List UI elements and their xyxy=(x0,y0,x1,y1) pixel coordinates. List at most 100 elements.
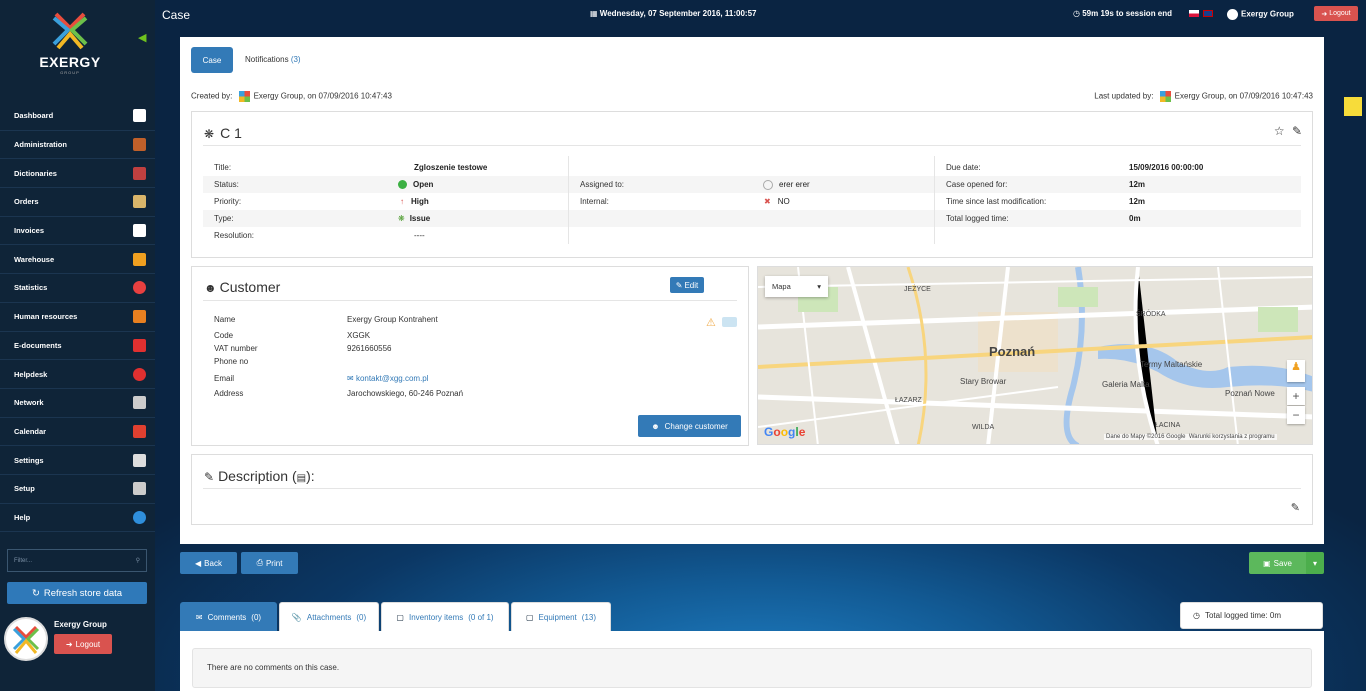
created-value: Exergy Group, on 07/09/2016 10:47:43 xyxy=(253,91,392,101)
map-terms-link[interactable]: Warunki korzystania z programu xyxy=(1189,434,1275,440)
sidebar-item-statistics[interactable]: Statistics xyxy=(0,274,155,303)
address-value: Jarochowskiego, 60-246 Poznań xyxy=(347,389,464,398)
map-label: ŁAZARZ xyxy=(895,397,922,404)
tab-inventory-items[interactable]: ▢ Inventory items (0 of 1) xyxy=(381,602,509,632)
exergy-logo-icon xyxy=(52,12,88,50)
top-logout-button[interactable]: ➜ Logout xyxy=(1314,6,1358,21)
tab-equipment[interactable]: ▢ Equipment (13) xyxy=(511,602,611,632)
title-value: Zgloszenie testowe xyxy=(414,163,488,172)
zoom-in-button[interactable]: + xyxy=(1287,387,1305,405)
customer-map[interactable]: Mapa ▾ Poznań JEŻYCE ŚRÓDKA Stary Browar… xyxy=(757,266,1313,445)
resolution-value: ---- xyxy=(414,231,425,240)
sidebar-item-label: Dashboard xyxy=(14,111,54,121)
print-button[interactable]: ⎙ Print xyxy=(241,552,298,574)
logo[interactable]: EXERGY GROUP xyxy=(0,10,140,75)
english-flag-icon[interactable] xyxy=(1203,10,1213,17)
sidebar-item-human-resources[interactable]: Human resources xyxy=(0,303,155,332)
sidebar-item-label: Setup xyxy=(14,484,35,494)
email-text: kontakt@xgg.com.pl xyxy=(355,374,429,383)
name-value: Exergy Group Kontrahent xyxy=(347,315,438,324)
sidebar-item-help[interactable]: Help xyxy=(0,504,155,533)
map-label: ŁACINA xyxy=(1155,422,1181,429)
save-label: Save xyxy=(1273,558,1292,568)
sidebar-item-setup[interactable]: Setup xyxy=(0,475,155,504)
sidebar-item-administration[interactable]: Administration xyxy=(0,131,155,160)
top-company[interactable]: Exergy Group xyxy=(1227,9,1294,20)
sidebar-item-label: Orders xyxy=(14,197,39,207)
edit-description-icon[interactable]: ✎ xyxy=(1291,501,1300,514)
sidebar-logout-button[interactable]: ➜ Logout xyxy=(54,634,112,654)
book-icon xyxy=(133,166,146,180)
clock-icon: ◷ xyxy=(1193,611,1200,620)
save-button[interactable]: ▣ Save xyxy=(1249,552,1306,574)
tab-notifications[interactable]: Notifications (3) xyxy=(245,55,301,64)
session-text: 59m 19s to session end xyxy=(1082,9,1173,18)
sidebar-item-invoices[interactable]: Invoices xyxy=(0,217,155,246)
map-type-select[interactable]: Mapa ▾ xyxy=(765,276,828,297)
email-link[interactable]: ✉ kontakt@xgg.com.pl xyxy=(347,374,429,383)
clipboard-icon[interactable]: ▤ xyxy=(297,473,306,484)
tab-equipment-label: Equipment xyxy=(538,613,577,622)
divider xyxy=(203,145,1301,146)
sidebar-item-helpdesk[interactable]: Helpdesk xyxy=(0,360,155,389)
logout-icon: ➜ xyxy=(65,639,73,649)
tab-attachments-label: Attachments xyxy=(306,613,352,622)
refresh-label: Refresh store data xyxy=(43,587,123,599)
sidebar-item-e-documents[interactable]: E-documents xyxy=(0,332,155,361)
case-title: ❋ C 1 xyxy=(204,125,242,141)
pushpin-icon xyxy=(133,310,146,324)
refresh-store-button[interactable]: ↻ Refresh store data xyxy=(7,582,147,604)
sidebar-item-warehouse[interactable]: Warehouse xyxy=(0,245,155,275)
sidebar-item-dictionaries[interactable]: Dictionaries xyxy=(0,159,155,189)
map-streets xyxy=(758,267,1312,444)
tab-inventory-label: Inventory items xyxy=(408,613,464,622)
edit-customer-button[interactable]: ✎ Edit xyxy=(670,277,704,293)
status-dot-icon xyxy=(398,180,407,189)
zoom-out-button[interactable]: − xyxy=(1287,406,1305,424)
sidebar-item-network[interactable]: Network xyxy=(0,389,155,418)
change-customer-button[interactable]: ☻ Change customer xyxy=(638,415,741,437)
priority-value: ↑ High xyxy=(400,193,429,210)
resolution-label: Resolution: xyxy=(214,231,255,240)
help-icon xyxy=(133,510,146,524)
back-button[interactable]: ◀ Back xyxy=(180,552,237,574)
last-updated-by: Last updated by: Exergy Group, on 07/09/… xyxy=(1094,91,1313,102)
sidebar-item-orders[interactable]: Orders xyxy=(0,188,155,217)
map-label: Termy Maltańskie xyxy=(1140,360,1203,369)
created-by: Created by: Exergy Group, on 07/09/2016 … xyxy=(191,91,392,102)
customer-panel: ☻ Customer ✎ Edit ⚠ Name Exergy Group Kont… xyxy=(191,266,749,446)
google-logo: Google xyxy=(764,425,806,439)
email-label: Email xyxy=(214,374,235,383)
updated-value: Exergy Group, on 07/09/2016 10:47:43 xyxy=(1174,91,1313,101)
datetime-text: Wednesday, 07 September 2016, 11:00:57 xyxy=(599,9,757,18)
sidebar-item-settings[interactable]: Settings xyxy=(0,446,155,475)
company-logo-icon xyxy=(1227,9,1238,20)
pencil-icon[interactable]: ✎ xyxy=(1292,124,1302,138)
polish-flag-icon[interactable] xyxy=(1189,10,1199,17)
top-logout-label: Logout xyxy=(1329,10,1351,17)
print-icon: ⎙ xyxy=(256,558,263,567)
avatar[interactable] xyxy=(4,617,48,661)
customer-title: ☻ Customer xyxy=(204,279,280,295)
case-row-4: Type: ❋ Issue Total logged time: 0m xyxy=(203,210,1301,227)
tab-comments[interactable]: ✉ Comments (0) xyxy=(180,602,277,632)
street-view-icon[interactable]: ♟ xyxy=(1287,360,1305,382)
save-dropdown-button[interactable]: ▾ xyxy=(1306,552,1324,574)
sidebar-item-dashboard[interactable]: Dashboard xyxy=(0,102,155,131)
sticky-note-icon[interactable] xyxy=(1344,97,1362,116)
warning-icon[interactable]: ⚠ xyxy=(706,316,716,329)
sidebar-menu: Dashboard Administration Dictionaries Order… xyxy=(0,102,155,533)
internal-label: Internal: xyxy=(580,197,609,206)
total-logged-text: Total logged time: 0m xyxy=(1204,611,1282,620)
logout-icon: ➜ xyxy=(1321,10,1328,18)
sidebar-item-calendar[interactable]: Calendar xyxy=(0,418,155,447)
collapse-sidebar-icon[interactable]: ◀ xyxy=(138,31,146,44)
message-icon[interactable] xyxy=(722,317,737,327)
tab-attachments[interactable]: 📎 Attachments (0) xyxy=(279,602,379,632)
tab-case[interactable]: Case xyxy=(191,47,233,73)
box-icon xyxy=(133,195,146,209)
map-city-label: Poznań xyxy=(989,344,1036,359)
sidebar-filter-input[interactable]: Filter... ⚲ xyxy=(7,549,147,572)
clock-icon: ◷ xyxy=(1073,9,1083,18)
star-icon[interactable]: ☆ xyxy=(1274,124,1285,138)
